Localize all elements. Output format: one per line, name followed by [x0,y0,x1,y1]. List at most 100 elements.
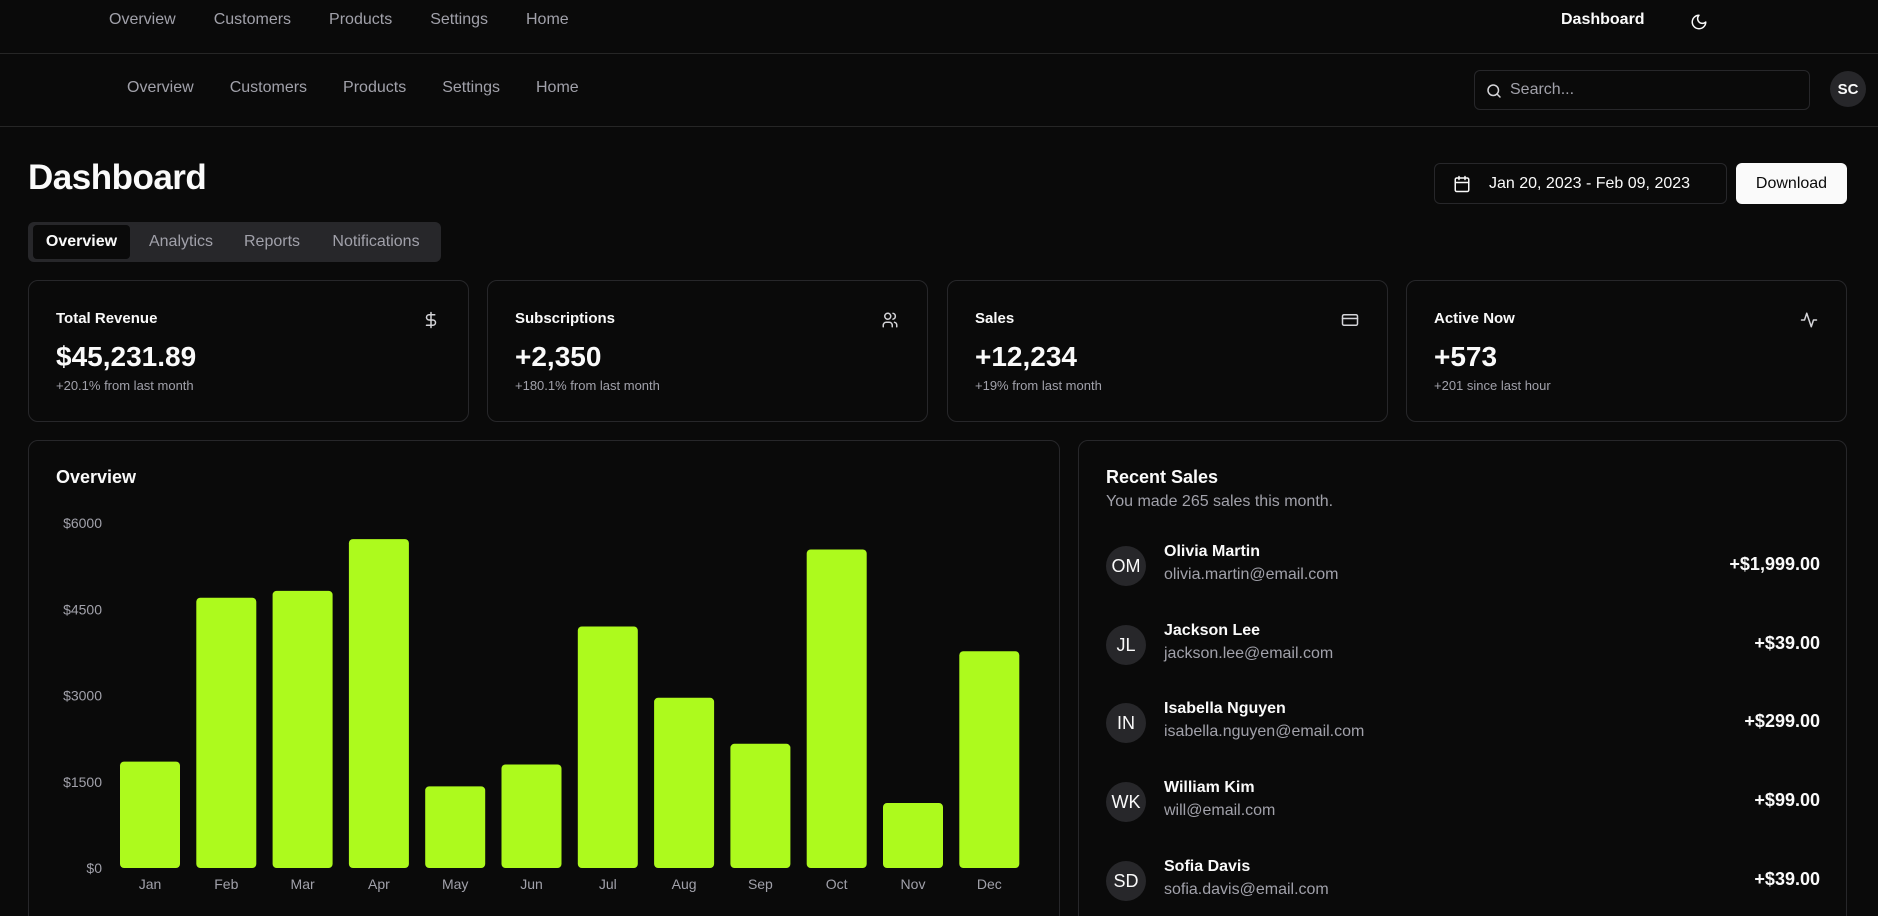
bar-sep [730,743,791,868]
main-navbar: Overview Customers Products Settings Hom… [0,54,1878,127]
page-title: Dashboard [28,158,207,197]
customer-email: olivia.martin@email.com [1164,566,1339,583]
avatar: SD [1106,861,1146,901]
stat-card-active: Active Now +573 +201 since last hour [1406,280,1847,422]
sale-amount: +$299.00 [1744,711,1820,731]
customer-name: William Kim [1164,779,1255,796]
stat-subtext: +19% from last month [975,378,1102,393]
customer-email: will@email.com [1164,802,1276,819]
nav-settings[interactable]: Settings [442,79,500,97]
tab-overview[interactable]: Overview [33,225,130,259]
search-box[interactable] [1474,70,1810,110]
avatar: JL [1106,625,1146,665]
x-tick-label: Nov [901,876,926,892]
stat-value: +573 [1434,341,1498,372]
sale-item: WK William Kim will@email.com +$99.00 [1106,777,1820,827]
x-tick-label: May [442,876,468,892]
tab-reports[interactable]: Reports [232,225,312,259]
x-tick-label: Feb [214,876,238,892]
stat-value: +2,350 [515,341,602,372]
stat-value: $45,231.89 [56,341,197,372]
recent-sales-card: Recent Sales You made 265 sales this mon… [1078,440,1847,916]
nav-customers[interactable]: Customers [230,79,307,97]
bar-nov [883,803,943,868]
top-nav: Overview Customers Products Settings Hom… [109,11,607,29]
nav-products[interactable]: Products [343,79,406,97]
bar-jan [120,761,180,868]
stat-card-subscriptions: Subscriptions +2,350 +180.1% from last m… [487,280,928,422]
sale-item: JL Jackson Lee jackson.lee@email.com +$3… [1106,620,1820,670]
stat-subtext: +180.1% from last month [515,378,660,393]
y-tick-label: $3000 [63,688,102,704]
user-avatar[interactable]: SC [1830,71,1866,107]
top-nav-overview[interactable]: Overview [109,11,176,29]
top-nav-home[interactable]: Home [526,11,569,29]
date-range-picker[interactable]: Jan 20, 2023 - Feb 09, 2023 [1434,163,1727,204]
credit-card-icon [1341,314,1359,326]
avatar: IN [1106,703,1146,743]
x-tick-label: Jan [139,876,162,892]
bar-oct [806,549,867,868]
bar-mar [272,590,333,868]
calendar-icon [1454,175,1470,193]
x-tick-label: Aug [672,876,697,892]
users-icon [882,312,898,328]
stat-title: Active Now [1434,310,1515,327]
stat-card-sales: Sales +12,234 +19% from last month [947,280,1388,422]
sale-amount: +$39.00 [1754,869,1820,889]
stat-title: Total Revenue [56,310,158,327]
nav-home[interactable]: Home [536,79,579,97]
y-tick-label: $4500 [63,601,102,617]
tab-analytics[interactable]: Analytics [134,225,228,259]
bar-jun [501,764,562,868]
bar-feb [196,597,257,868]
tab-notifications[interactable]: Notifications [316,225,436,259]
tab-list: Overview Analytics Reports Notifications [28,222,441,262]
y-tick-label: $6000 [63,515,102,531]
search-icon [1487,84,1501,98]
customer-name: Isabella Nguyen [1164,700,1286,717]
y-tick-label: $0 [86,860,102,876]
customer-email: jackson.lee@email.com [1164,645,1334,662]
customer-name: Jackson Lee [1164,622,1261,639]
sale-amount: +$39.00 [1754,633,1820,653]
sale-item: OM Olivia Martin olivia.martin@email.com… [1106,541,1820,591]
moon-icon[interactable] [1690,13,1708,31]
nav-overview[interactable]: Overview [127,79,194,97]
top-navbar: Overview Customers Products Settings Hom… [0,0,1878,54]
activity-icon [1800,312,1818,328]
bar-aug [654,697,715,868]
stat-title: Sales [975,310,1015,327]
customer-name: Sofia Davis [1164,858,1251,875]
search-input[interactable] [1510,79,1800,101]
top-nav-customers[interactable]: Customers [214,11,291,29]
bar-may [425,786,486,868]
x-tick-label: Jul [599,876,617,892]
stat-value: +12,234 [975,341,1077,372]
recent-sales-subtitle: You made 265 sales this month. [1106,493,1334,510]
x-tick-label: Mar [291,876,315,892]
overview-card: Overview $0 $1500 $3000 $4500 $6000 Jan Feb Mar… [28,440,1060,916]
sale-amount: +$99.00 [1754,790,1820,810]
dollar-icon [425,311,437,329]
date-range-label: Jan 20, 2023 - Feb 09, 2023 [1489,175,1691,192]
y-tick-label: $1500 [63,774,102,790]
sale-item: IN Isabella Nguyen isabella.nguyen@email… [1106,698,1820,748]
top-nav-settings[interactable]: Settings [430,11,488,29]
bar-jul [577,626,638,868]
avatar: WK [1106,782,1146,822]
customer-email: isabella.nguyen@email.com [1164,723,1365,740]
stat-subtext: +20.1% from last month [56,378,194,393]
sale-item: SD Sofia Davis sofia.davis@email.com +$3… [1106,856,1820,906]
stat-subtext: +201 since last hour [1434,378,1551,393]
overview-bar-chart: $0 $1500 $3000 $4500 $6000 Jan Feb Mar Apr May Jun… [63,515,1020,892]
stat-title: Subscriptions [515,310,616,327]
stat-card-revenue: Total Revenue $45,231.89 +20.1% from las… [28,280,469,422]
top-nav-products[interactable]: Products [329,11,392,29]
recent-sales-title: Recent Sales [1106,467,1219,487]
brand-title[interactable]: Dashboard [1561,11,1645,29]
download-button[interactable]: Download [1736,163,1847,204]
main-nav: Overview Customers Products Settings Hom… [127,79,615,97]
customer-name: Olivia Martin [1164,543,1261,560]
x-tick-label: Oct [826,876,848,892]
